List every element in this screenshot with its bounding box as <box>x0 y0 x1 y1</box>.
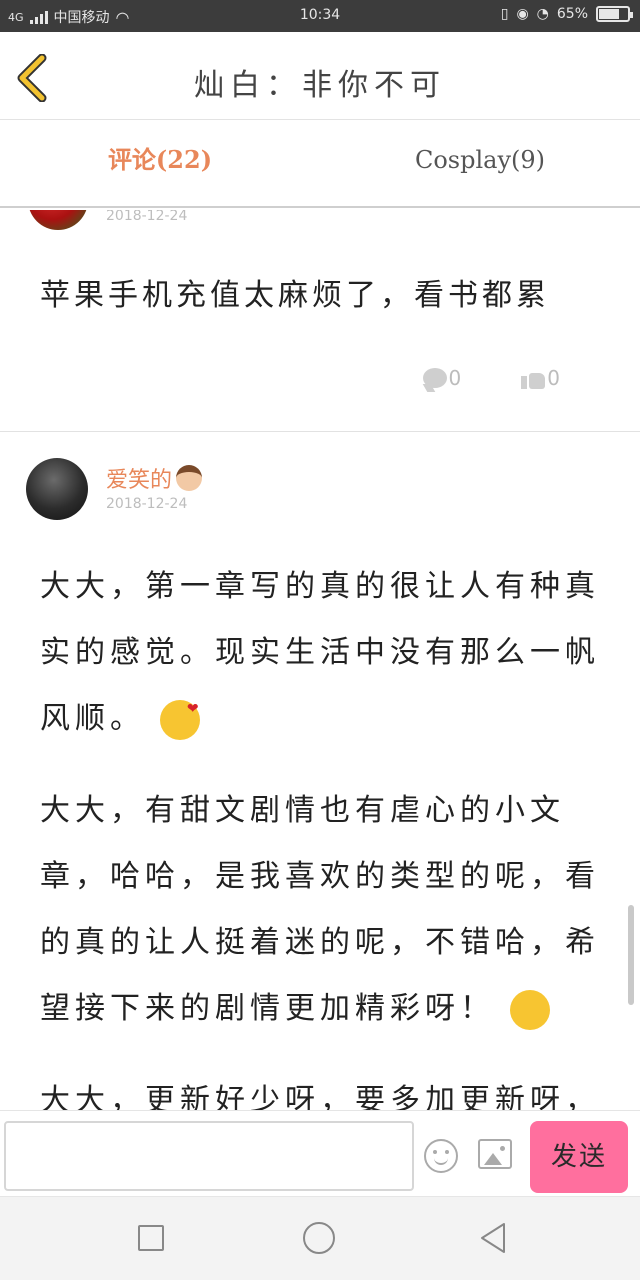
kissing-face-emoji-icon <box>159 676 204 742</box>
comment-item: 2018-12-24 苹果手机充值太麻烦了，看书都累 0 0 <box>0 210 640 432</box>
tab-cosplay[interactable]: Cosplay(9) <box>320 120 640 206</box>
emoji-picker-icon[interactable] <box>424 1139 458 1173</box>
comment-input-bar: 发送 <box>0 1110 640 1196</box>
status-bar: 4G 中国移动 ◠ 10:34 ▯ ◉ ◔ 65% <box>0 0 640 32</box>
comment-paragraph: 大大，第一章写的真的很让人有种真实的感觉。现实生活中没有那么一帆风顺。 <box>40 554 600 752</box>
comment-bubble-icon <box>422 368 447 388</box>
image-picker-icon[interactable] <box>478 1139 512 1169</box>
header: 灿白：非你不可 <box>0 32 640 120</box>
username-text: 爱笑的 <box>106 468 173 493</box>
comment-list[interactable]: 2018-12-24 苹果手机充值太麻烦了，看书都累 0 0 爱笑的 2018-… <box>0 210 640 1110</box>
alarm-icon: ◔ <box>536 6 549 22</box>
reply-count: 0 <box>448 366 462 390</box>
vibrate-icon: ▯ <box>500 6 509 22</box>
comment-text: 苹果手机充值太麻烦了，看书都累 <box>40 278 550 313</box>
comment-paragraph: 大大，更新好少呀，要多加更新呀， <box>40 1068 600 1110</box>
nav-back-icon[interactable] <box>478 1221 508 1255</box>
status-right: ▯ ◉ ◔ 65% <box>500 6 633 22</box>
home-icon[interactable] <box>303 1222 335 1254</box>
send-button[interactable]: 发送 <box>530 1121 628 1193</box>
comment-item: 爱笑的 2018-12-24 大大，第一章写的真的很让人有种真实的感觉。现实生活… <box>0 432 640 1110</box>
comment-username[interactable]: 爱笑的 <box>106 462 203 494</box>
lock-rotation-icon: ◉ <box>516 6 529 22</box>
battery-icon <box>596 6 633 22</box>
thumbs-up-icon <box>521 367 546 389</box>
like-button[interactable]: 0 <box>521 366 560 390</box>
avatar[interactable] <box>28 210 88 230</box>
battery-percent: 65% <box>556 6 588 22</box>
scrollbar[interactable] <box>628 905 634 1005</box>
paragraph-text: 大大，第一章写的真的很让人有种真实的感觉。现实生活中没有那么一帆风顺。 <box>40 569 600 736</box>
comment-date: 2018-12-24 <box>106 210 188 224</box>
avatar[interactable] <box>26 458 88 520</box>
comment-date: 2018-12-24 <box>106 496 188 512</box>
system-nav-bar <box>0 1196 640 1280</box>
paragraph-text: 大大，有甜文剧情也有虐心的小文章，哈哈，是我喜欢的类型的呢，看的真的让人挺着迷的… <box>40 793 600 1026</box>
reply-button[interactable]: 0 <box>422 366 462 390</box>
comment-actions: 0 0 <box>422 366 560 390</box>
paragraph-text: 大大，更新好少呀，要多加更新呀， <box>40 1083 600 1110</box>
recent-apps-icon[interactable] <box>138 1225 164 1251</box>
boy-face-emoji-icon <box>176 465 203 491</box>
tab-comments[interactable]: 评论(22) <box>0 120 320 206</box>
comment-input[interactable] <box>4 1121 414 1191</box>
smiling-face-emoji-icon <box>509 990 550 1030</box>
page-title: 灿白：非你不可 <box>194 68 446 103</box>
tab-bar: 评论(22) Cosplay(9) <box>0 120 640 208</box>
like-count: 0 <box>547 366 560 390</box>
comment-paragraph: 大大，有甜文剧情也有虐心的小文章，哈哈，是我喜欢的类型的呢，看的真的让人挺着迷的… <box>40 778 600 1042</box>
